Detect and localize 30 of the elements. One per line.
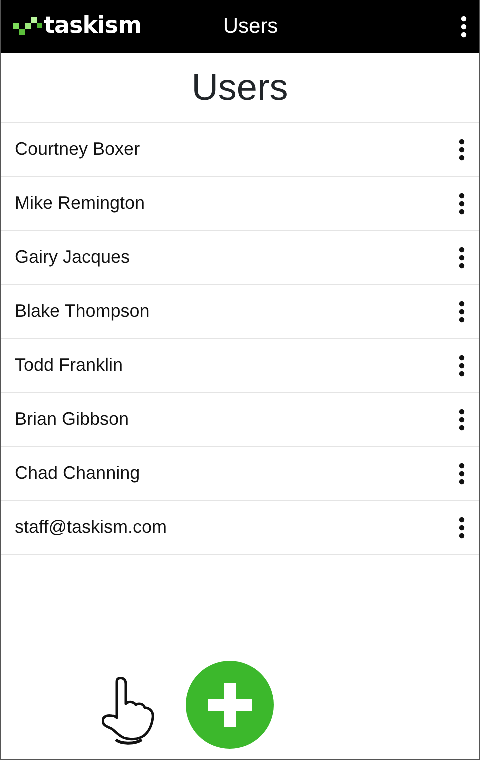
user-row[interactable]: Courtney Boxer (1, 123, 479, 177)
more-icon (459, 192, 465, 214)
user-name: Chad Channing (15, 462, 142, 485)
user-name: Todd Franklin (15, 354, 124, 377)
user-name: Mike Remington (15, 192, 146, 215)
app-bar-title: Users (222, 14, 280, 40)
logo-text: taskism (44, 12, 142, 42)
page-heading: Users (1, 53, 479, 123)
more-icon (459, 462, 465, 484)
user-name: staff@taskism.com (15, 516, 168, 539)
user-name: Courtney Boxer (15, 138, 142, 161)
more-icon (459, 246, 465, 268)
more-icon (461, 16, 467, 38)
user-row[interactable]: Gairy Jacques (1, 231, 479, 285)
plus-icon (208, 683, 252, 727)
more-icon (459, 138, 465, 160)
logo-icon (13, 16, 43, 36)
user-name: Blake Thompson (15, 300, 151, 323)
user-row[interactable]: Todd Franklin (1, 339, 479, 393)
user-row[interactable]: Blake Thompson (1, 285, 479, 339)
user-row[interactable]: Chad Channing (1, 447, 479, 501)
user-name: Brian Gibbson (15, 408, 130, 431)
user-row[interactable]: Brian Gibbson (1, 393, 479, 447)
more-icon (459, 354, 465, 376)
more-icon (459, 300, 465, 322)
more-icon (459, 408, 465, 430)
user-name: Gairy Jacques (15, 246, 132, 269)
more-icon (459, 516, 465, 538)
user-row[interactable]: staff@taskism.com (1, 501, 479, 555)
user-row[interactable]: Mike Remington (1, 177, 479, 231)
